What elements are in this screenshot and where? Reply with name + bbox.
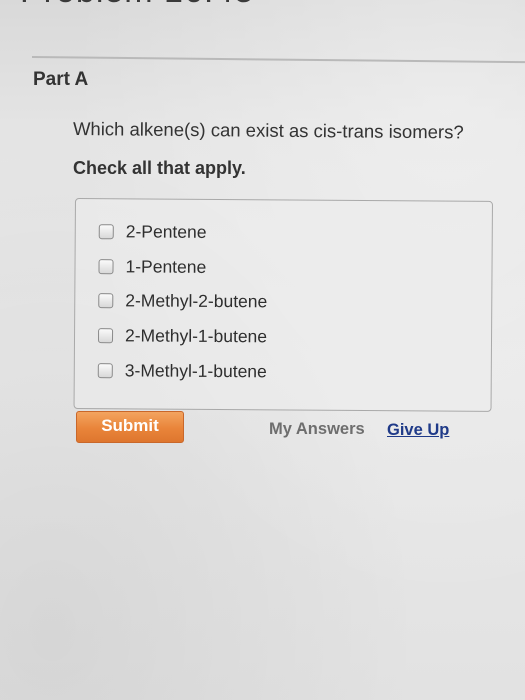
checkbox[interactable] <box>98 223 114 239</box>
submit-button[interactable]: Submit <box>76 411 184 443</box>
my-answers-link[interactable]: My Answers <box>269 420 365 439</box>
checkbox[interactable] <box>97 327 114 343</box>
option-2-methyl-1-butene[interactable]: 2-Methyl-1-butene <box>97 323 268 348</box>
option-label: 3-Methyl-1-butene <box>124 359 267 381</box>
option-label: 2-Pentene <box>125 220 207 242</box>
checkbox[interactable] <box>98 258 114 274</box>
option-1-pentene[interactable]: 1-Pentene <box>98 254 206 279</box>
part-title: Part A <box>33 69 89 90</box>
answer-options-box: 2-Pentene 1-Pentene 2-Methyl-2-butene 2-… <box>73 198 493 412</box>
option-label: 2-Methyl-1-butene <box>124 324 268 346</box>
header-divider <box>31 56 525 64</box>
checkbox[interactable] <box>97 362 113 378</box>
option-2-methyl-2-butene[interactable]: 2-Methyl-2-butene <box>98 288 267 313</box>
option-3-methyl-1-butene[interactable]: 3-Methyl-1-butene <box>97 358 267 383</box>
give-up-link[interactable]: Give Up <box>387 421 449 440</box>
problem-title: Problem 16.48 <box>20 0 254 11</box>
option-label: 2-Methyl-2-butene <box>125 289 268 311</box>
instruction-text: Check all that apply. <box>73 158 246 178</box>
option-label: 1-Pentene <box>125 255 207 277</box>
checkbox[interactable] <box>98 292 114 308</box>
question-text: Which alkene(s) can exist as cis-trans i… <box>72 118 464 143</box>
option-2-pentene[interactable]: 2-Pentene <box>98 219 207 244</box>
